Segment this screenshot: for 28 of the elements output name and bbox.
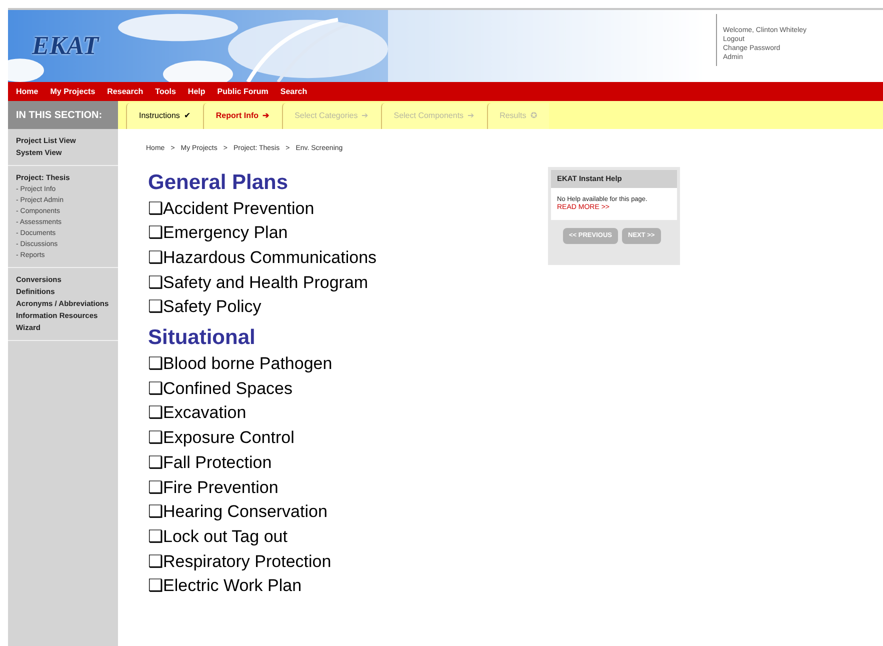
nav-link[interactable]: Research [107, 86, 144, 98]
nav-link[interactable]: Home [16, 86, 38, 98]
nav-link[interactable]: Tools [155, 86, 176, 98]
checklist-item[interactable]: ❑Confined Spaces [148, 376, 548, 402]
checklist-item[interactable]: ❑Excavation [148, 401, 548, 426]
checklist-item[interactable]: ❑Lock out Tag out [148, 524, 548, 550]
checklist-item[interactable]: ❑Accident Prevention [148, 196, 548, 222]
checklist-item[interactable]: ❑Safety Policy [148, 295, 548, 320]
checklist-item[interactable]: ❑Blood borne Pathogen [148, 352, 548, 377]
checklist-item[interactable]: ❑Hearing Conservation [148, 500, 548, 525]
checklist-item[interactable]: ❑Hazardous Communications [148, 246, 548, 271]
step-tab[interactable]: Report Info ➔ [202, 103, 282, 129]
logo: EKAT [32, 31, 98, 60]
section-heading: Situational [148, 325, 256, 352]
checklist-item[interactable]: ❑Respiratory Protection [148, 550, 548, 574]
checklist-item[interactable]: ❑Safety and Health Program [148, 270, 548, 296]
section-heading: General Plans [148, 170, 290, 196]
nav-link[interactable]: Public Forum [217, 86, 268, 98]
checklist-item[interactable]: ❑Fire Prevention [148, 476, 548, 500]
nav-link[interactable]: My Projects [50, 86, 96, 98]
checklist-item[interactable]: ❑Emergency Plan [148, 221, 548, 246]
step-tab[interactable]: Instructions ✔ [126, 103, 203, 129]
sidebar-title: IN THIS SECTION: [16, 108, 102, 122]
checklist-item[interactable]: ❑Fall Protection [148, 450, 548, 476]
checklist-item[interactable]: ❑Electric Work Plan [148, 574, 548, 600]
nav-link[interactable]: Search [280, 86, 308, 98]
checklist-item[interactable]: ❑Exposure Control [148, 426, 548, 451]
nav-link[interactable]: Help [188, 86, 206, 98]
